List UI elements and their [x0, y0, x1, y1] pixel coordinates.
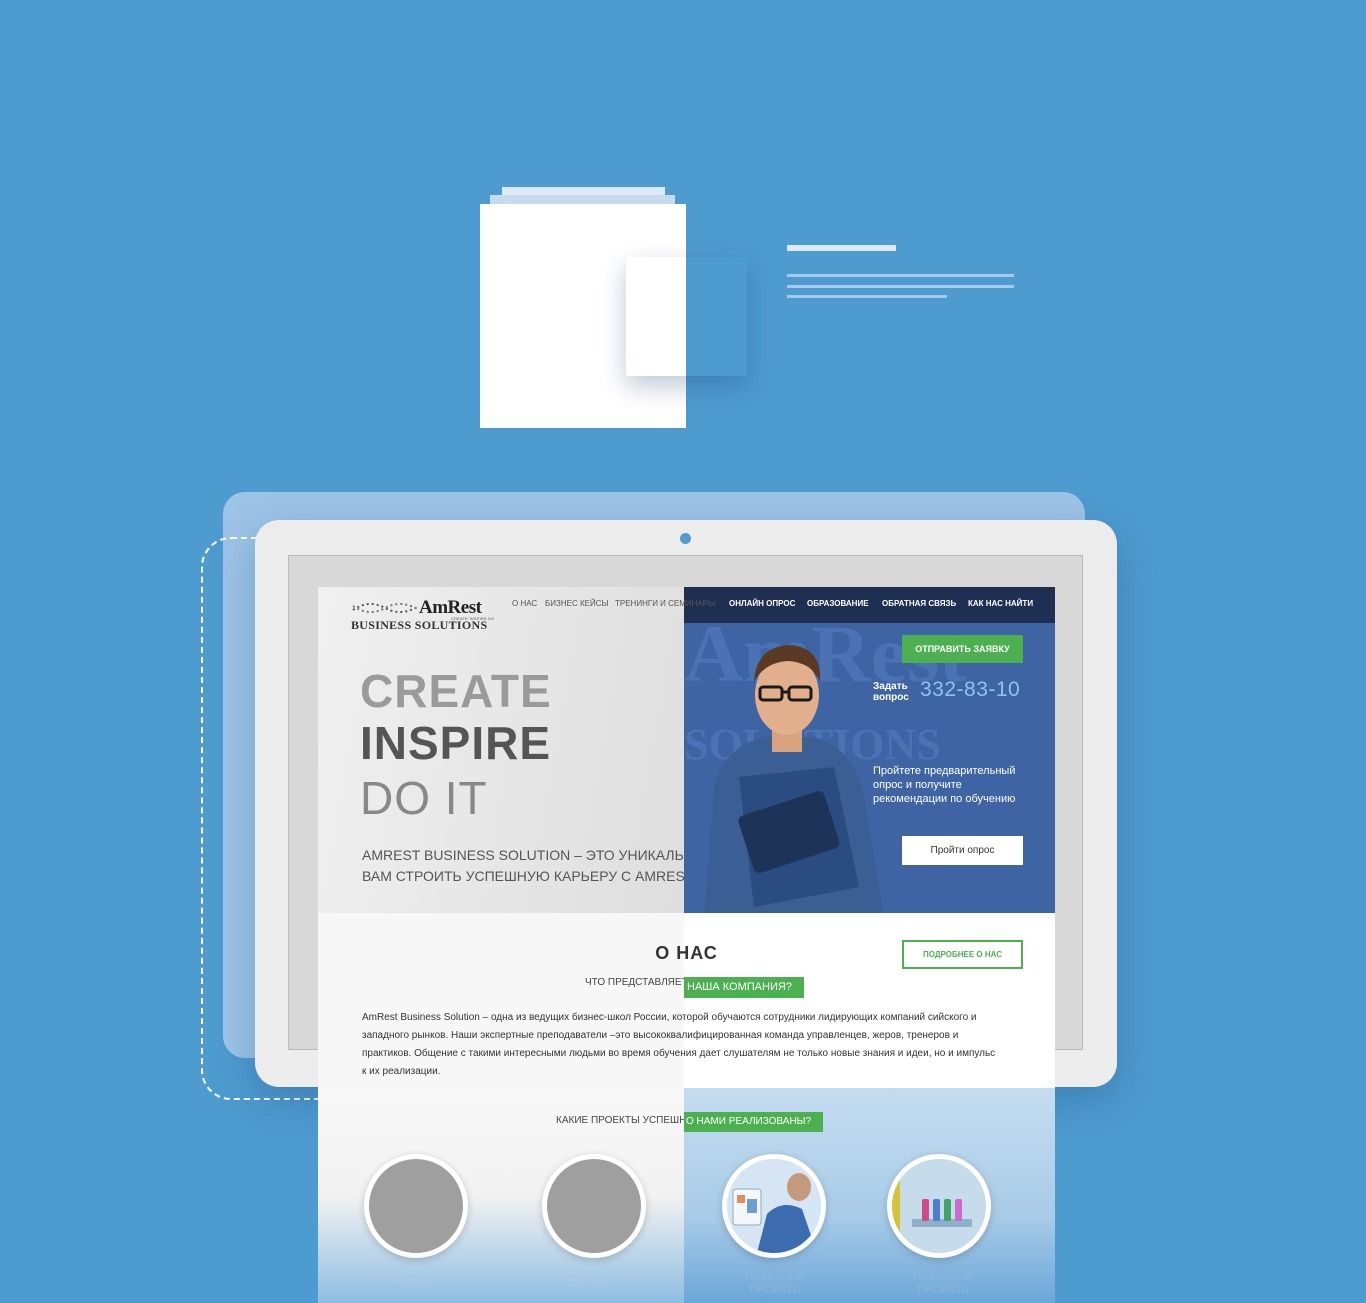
hero-heading-doit: DO IT [360, 772, 488, 824]
tubes-photo-icon [892, 1159, 986, 1253]
tablet-photo-icon [727, 1159, 821, 1253]
send-request-button[interactable]: ОТПРАВИТЬ ЗАЯВКУ [902, 635, 1023, 663]
hero-tagline-line: ВАМ СТРОИТЬ УСПЕШНУЮ КАРЬЕРУ С AMREST [362, 868, 684, 884]
about-subtitle: ЧТО ПРЕДСТАВЛЯЕТ [585, 977, 688, 988]
nav-about[interactable]: О НАС [512, 599, 537, 608]
phone-number[interactable]: 332-83-10 [920, 678, 1020, 702]
website-preview: AmRest SOLUTIONS AmRest CREATE INSPIRE D… [318, 587, 1055, 1303]
hero-heading-create: CREATE [360, 665, 552, 717]
hero-tagline: AMREST BUSINESS SOLUTION – ЭТО УНИКАЛЬНА… [362, 845, 684, 887]
project-label: ПРОЕКТ [394, 1275, 436, 1286]
project-thumbnail[interactable] [542, 1154, 646, 1258]
nav-cases[interactable]: БИЗНЕС КЕЙСЫ [545, 599, 609, 608]
survey-promo-text: Пройтете предварительный опрос и получит… [873, 765, 1016, 805]
camera-dot [680, 533, 691, 544]
logo-subname: BUSINESS SOLUTIONS [351, 618, 488, 632]
project-label: НАЗВАНИЕ ПРОЕКТА [913, 1271, 973, 1296]
layout-card-illustration [626, 257, 747, 376]
text-line-illustration [787, 285, 1014, 288]
project-thumbnail[interactable] [887, 1154, 991, 1258]
student-photo [704, 645, 884, 913]
projects-question-highlight: О НАМИ РЕАЛИЗОВАНЫ? [684, 1112, 824, 1132]
ask-question-label: Задать вопрос [873, 681, 909, 703]
projects-question: КАКИЕ ПРОЕКТЫ УСПЕШНО [556, 1115, 695, 1126]
take-survey-button[interactable]: Пройти опрос [902, 836, 1023, 865]
more-about-button[interactable]: ПОДРОБНЕЕ О НАС [902, 940, 1023, 969]
hero-heading-inspire: INSPIRE [360, 717, 552, 769]
project-label: ПРОЕКТ [572, 1275, 614, 1286]
about-text: AmRest Business Solution – одна из ведущ… [362, 1012, 996, 1077]
nav-trainings[interactable]: ТРЕНИНГИ И СЕМИНАРЫ [615, 599, 715, 608]
text-line-illustration [787, 295, 947, 298]
hero-tagline-line: AMREST BUSINESS SOLUTION – ЭТО УНИКАЛЬНА… [362, 847, 684, 863]
project-thumbnail[interactable] [722, 1154, 826, 1258]
text-line-illustration [787, 274, 1014, 277]
project-thumbnail[interactable] [364, 1154, 468, 1258]
nav-location[interactable]: КАК НАС НАЙТИ [968, 599, 1033, 608]
nav-education[interactable]: ОБРАЗОВАНИЕ [807, 599, 869, 608]
project-label: НАЗВАНИЕ ПРОЕКТА [745, 1271, 805, 1296]
nav-survey[interactable]: ОНЛАЙН ОПРОС [729, 599, 795, 608]
text-line-illustration [787, 245, 896, 251]
nav-feedback[interactable]: ОБРАТНАЯ СВЯЗЬ [882, 599, 956, 608]
about-subtitle-highlight: НАША КОМПАНИЯ? [684, 977, 804, 998]
main-nav: О НАС БИЗНЕС КЕЙСЫ ТРЕНИНГИ И СЕМИНАРЫ О… [318, 599, 1055, 613]
